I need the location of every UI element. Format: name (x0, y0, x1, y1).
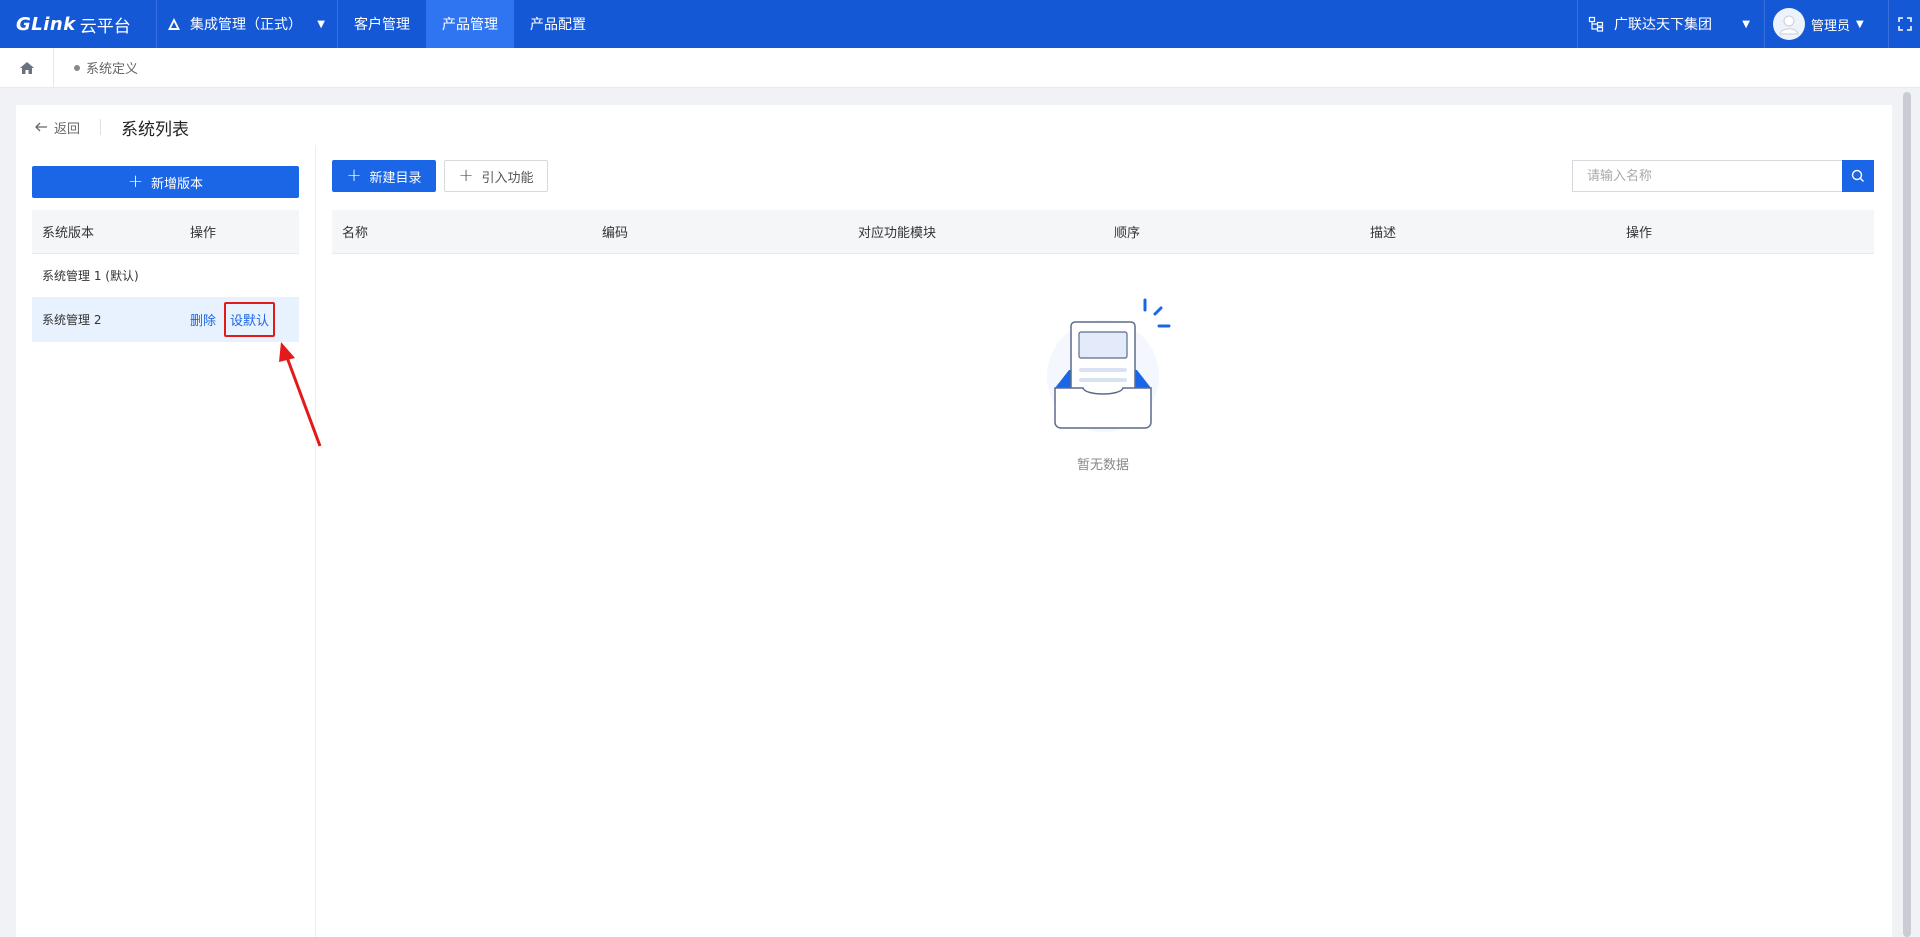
org-name: 广联达天下集团 (1614, 17, 1712, 33)
caret-down-icon: ▼ (1742, 18, 1750, 30)
logo[interactable]: GLink 云平台 (0, 0, 157, 48)
avatar (1773, 8, 1805, 40)
table-row[interactable]: 系统管理 1 (默认) (32, 254, 299, 298)
annotation-arrow-icon (279, 342, 322, 447)
column-header: 顺序 (1114, 226, 1141, 241)
page-title: 系统列表 (121, 119, 190, 140)
table-header: 名称 编码 对应功能模块 顺序 描述 操作 (332, 210, 1874, 254)
search-button[interactable] (1842, 160, 1874, 192)
breadcrumb: 系统定义 (0, 47, 1920, 88)
system-switcher-label: 集成管理（正式） (190, 17, 302, 33)
user-menu[interactable]: 管理员 ▼ (1764, 0, 1888, 48)
home-icon (19, 61, 34, 74)
column-header: 对应功能模块 (858, 226, 937, 241)
breadcrumb-item[interactable]: 系统定义 (54, 58, 138, 77)
column-header: 名称 (342, 226, 369, 241)
main-card: 返回 系统列表 + 新增版本 系统版本 操作 系统管理 1 (默认) 系统管理 … (16, 105, 1892, 937)
new-directory-button[interactable]: + 新建目录 (332, 160, 436, 192)
dot-icon (74, 64, 80, 71)
search-input[interactable] (1572, 160, 1842, 192)
version-name: 系统管理 2 (42, 313, 102, 327)
column-header: 系统版本 (42, 226, 95, 241)
arrow-left-icon (35, 122, 47, 132)
version-name: 系统管理 1 (默认) (42, 269, 139, 283)
fullscreen-button[interactable] (1888, 0, 1920, 48)
column-header: 编码 (602, 226, 629, 241)
fullscreen-icon (1897, 17, 1912, 31)
system-switcher[interactable]: 集成管理（正式） ▼ (157, 0, 338, 48)
column-header: 描述 (1370, 226, 1397, 241)
brand-sub: 云平台 (79, 16, 131, 37)
panel-divider (315, 145, 316, 937)
import-function-button[interactable]: + 引入功能 (444, 160, 548, 192)
caret-down-icon: ▼ (1856, 18, 1864, 30)
row-actions: 删除 设默认 (190, 302, 276, 337)
highlight-box: 设默认 (224, 302, 276, 337)
new-directory-label: 新建目录 (369, 170, 422, 186)
brand-name: GLink (16, 13, 76, 35)
column-header: 操作 (1626, 226, 1653, 241)
search-box (1572, 160, 1874, 192)
nav-product-config[interactable]: 产品配置 (514, 0, 602, 48)
home-button[interactable] (0, 47, 54, 88)
add-version-label: 新增版本 (151, 176, 204, 192)
nav-customer-management[interactable]: 客户管理 (338, 0, 426, 48)
plus-icon: + (458, 165, 474, 186)
user-name: 管理员 (1811, 18, 1851, 34)
plus-icon: + (127, 171, 144, 192)
card-header: 返回 系统列表 (16, 105, 1892, 149)
import-function-label: 引入功能 (481, 170, 534, 186)
nav-product-management[interactable]: 产品管理 (426, 0, 514, 48)
caret-down-icon: ▼ (317, 18, 325, 30)
org-tree-icon (1588, 16, 1604, 32)
table-row[interactable]: 系统管理 2 删除 设默认 (32, 298, 299, 342)
search-icon (1851, 169, 1864, 182)
org-switcher[interactable]: 广联达天下集团 ▼ (1577, 0, 1764, 48)
empty-state: 暂无数据 (332, 254, 1874, 473)
table-header: 系统版本 操作 (32, 210, 299, 254)
breadcrumb-label: 系统定义 (86, 62, 139, 77)
scrollbar-thumb[interactable] (1903, 92, 1911, 937)
empty-text: 暂无数据 (1076, 458, 1129, 473)
system-icon (168, 18, 180, 30)
delete-link[interactable]: 删除 (190, 310, 216, 329)
column-header: 操作 (190, 226, 217, 241)
top-navigation-bar: GLink 云平台 集成管理（正式） ▼ 客户管理 产品管理 产品配置 广联达天… (0, 0, 1920, 48)
back-button[interactable]: 返回 (16, 118, 80, 137)
function-table: 名称 编码 对应功能模块 顺序 描述 操作 暂无数据 (332, 210, 1874, 473)
set-default-link[interactable]: 设默认 (230, 314, 269, 329)
divider (100, 119, 102, 135)
plus-icon: + (346, 165, 362, 186)
version-table: 系统版本 操作 系统管理 1 (默认) 系统管理 2 删除 设默认 (32, 210, 299, 342)
back-label: 返回 (54, 121, 81, 137)
empty-inbox-icon (1047, 298, 1171, 432)
add-version-button[interactable]: + 新增版本 (32, 166, 299, 198)
